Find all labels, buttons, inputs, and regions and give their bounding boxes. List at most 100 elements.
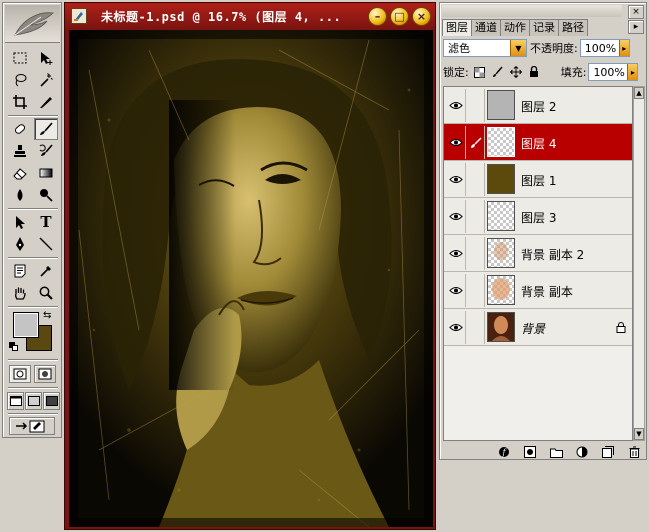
add-mask-icon[interactable] — [523, 446, 537, 458]
document-title: 未标题-1.psd @ 16.7% (图层 4, ... — [101, 9, 342, 24]
standard-mode-icon — [13, 368, 27, 380]
maximize-button[interactable]: □ — [390, 7, 409, 26]
fill-input[interactable]: 100% ▸ — [588, 63, 639, 81]
pen-tool-icon[interactable] — [8, 233, 32, 255]
opacity-input[interactable]: 100% ▸ — [579, 39, 630, 57]
visibility-eye-icon[interactable] — [446, 163, 466, 196]
new-group-icon[interactable] — [549, 446, 563, 458]
line-tool-icon[interactable] — [34, 233, 58, 255]
gradient-tool-icon[interactable] — [34, 162, 58, 184]
palette-menu-icon: ▸ — [633, 22, 639, 32]
hand-tool-icon[interactable] — [8, 282, 32, 304]
blend-mode-select[interactable]: 滤色 ▼ — [443, 39, 527, 57]
tools-palette-header[interactable] — [5, 5, 60, 43]
link-toggle[interactable] — [467, 126, 485, 159]
layers-palette-grip[interactable] — [442, 5, 622, 17]
brush-tool-icon[interactable] — [34, 118, 58, 140]
minimize-button[interactable]: – — [368, 7, 387, 26]
eraser-tool-icon[interactable] — [8, 162, 32, 184]
layer-row[interactable]: 背景 副本 2 — [444, 235, 632, 272]
layer-row[interactable]: 图层 1 — [444, 161, 632, 198]
adjustment-layer-icon[interactable] — [575, 446, 589, 458]
chevron-down-icon: ▼ — [510, 40, 526, 56]
new-layer-icon[interactable] — [601, 446, 615, 458]
layer-style-icon[interactable]: f — [497, 446, 511, 458]
layer-row[interactable]: 背景 副本 — [444, 272, 632, 309]
marquee-tool-icon[interactable] — [8, 47, 32, 69]
layer-row[interactable]: 背景 — [444, 309, 632, 346]
tab-history[interactable]: 记录 — [529, 19, 559, 36]
image-canvas[interactable] — [69, 30, 433, 527]
layer-name: 图层 2 — [521, 100, 557, 114]
dodge-tool-icon[interactable] — [34, 184, 58, 206]
eyedropper-tool-icon[interactable] — [34, 260, 58, 282]
quick-mask-mode-button[interactable] — [34, 365, 56, 383]
visibility-eye-icon[interactable] — [446, 200, 466, 233]
healing-brush-tool-icon[interactable] — [8, 118, 32, 140]
lock-transparency-icon[interactable] — [473, 65, 487, 79]
layer-row[interactable]: 图层 3 — [444, 198, 632, 235]
crop-tool-icon[interactable] — [8, 91, 32, 113]
link-toggle[interactable] — [467, 311, 485, 344]
path-selection-tool-icon[interactable] — [8, 211, 32, 233]
move-tool-icon[interactable] — [34, 47, 58, 69]
scroll-up-icon[interactable]: ▲ — [634, 87, 644, 99]
foreground-color-swatch[interactable] — [13, 312, 39, 338]
visibility-eye-icon[interactable] — [446, 311, 466, 344]
link-toggle[interactable] — [467, 89, 485, 122]
layer-row[interactable]: 图层 4 — [444, 124, 632, 161]
jump-to-imageready-button[interactable] — [9, 417, 55, 435]
lasso-tool-icon[interactable] — [8, 69, 32, 91]
visibility-eye-icon[interactable] — [446, 274, 466, 307]
notes-tool-icon[interactable] — [8, 260, 32, 282]
layers-bottom-bar: f — [443, 445, 645, 459]
zoom-tool-icon[interactable] — [34, 282, 58, 304]
link-toggle[interactable] — [467, 163, 485, 196]
tab-layers[interactable]: 图层 — [442, 19, 472, 36]
layer-thumbnail — [487, 164, 515, 194]
screen-mode-standard-button[interactable] — [7, 392, 24, 410]
fill-slider-icon[interactable]: ▸ — [627, 64, 638, 80]
layer-thumbnail — [487, 312, 515, 342]
link-toggle[interactable] — [467, 274, 485, 307]
blur-tool-icon[interactable] — [8, 184, 32, 206]
face-thumbnail-icon — [488, 313, 514, 341]
lock-pixels-icon[interactable] — [491, 65, 505, 79]
visibility-eye-icon[interactable] — [446, 126, 466, 159]
type-tool-icon[interactable]: T — [34, 211, 58, 233]
trash-icon[interactable] — [627, 446, 641, 458]
slice-tool-icon[interactable] — [34, 91, 58, 113]
tab-paths[interactable]: 路径 — [558, 19, 588, 36]
clone-stamp-tool-icon[interactable] — [8, 140, 32, 162]
screen-mode-icon — [9, 396, 22, 406]
fill-value: 100% — [593, 65, 625, 79]
layers-palette: × 图层 通道 动作 记录 路径 ▸ 滤色 ▼ 不透明度: 100% ▸ 锁定: — [439, 2, 647, 460]
default-colors-icon[interactable] — [9, 342, 19, 352]
palette-menu-button[interactable]: ▸ — [628, 20, 644, 34]
layer-row[interactable]: 图层 2 — [444, 87, 632, 124]
opacity-slider-icon[interactable]: ▸ — [618, 40, 629, 56]
screen-mode-full-button[interactable] — [43, 392, 60, 410]
swap-colors-icon[interactable]: ⇆ — [43, 310, 51, 321]
tab-channels[interactable]: 通道 — [471, 19, 501, 36]
visibility-eye-icon[interactable] — [446, 237, 466, 270]
layer-list-scrollbar[interactable]: ▲ ▼ — [633, 86, 645, 441]
magic-wand-tool-icon[interactable] — [34, 69, 58, 91]
tab-actions[interactable]: 动作 — [500, 19, 530, 36]
link-toggle[interactable] — [467, 237, 485, 270]
history-brush-tool-icon[interactable] — [34, 140, 58, 162]
fill-label: 填充: — [560, 66, 587, 79]
lock-fill-row: 锁定: 填充: 100% ▸ — [443, 62, 643, 82]
scroll-down-icon[interactable]: ▼ — [634, 428, 644, 440]
lock-all-icon[interactable] — [527, 65, 541, 79]
tools-palette: T ⇆ — [2, 2, 62, 438]
layers-palette-close-button[interactable]: × — [628, 5, 644, 19]
standard-mode-button[interactable] — [9, 365, 31, 383]
lock-position-icon[interactable] — [509, 65, 523, 79]
close-button[interactable]: × — [412, 7, 431, 26]
link-toggle[interactable] — [467, 200, 485, 233]
layer-thumbnail — [487, 90, 515, 120]
visibility-eye-icon[interactable] — [446, 89, 466, 122]
face-thumbnail-icon — [494, 242, 508, 260]
screen-mode-full-menu-button[interactable] — [25, 392, 42, 410]
